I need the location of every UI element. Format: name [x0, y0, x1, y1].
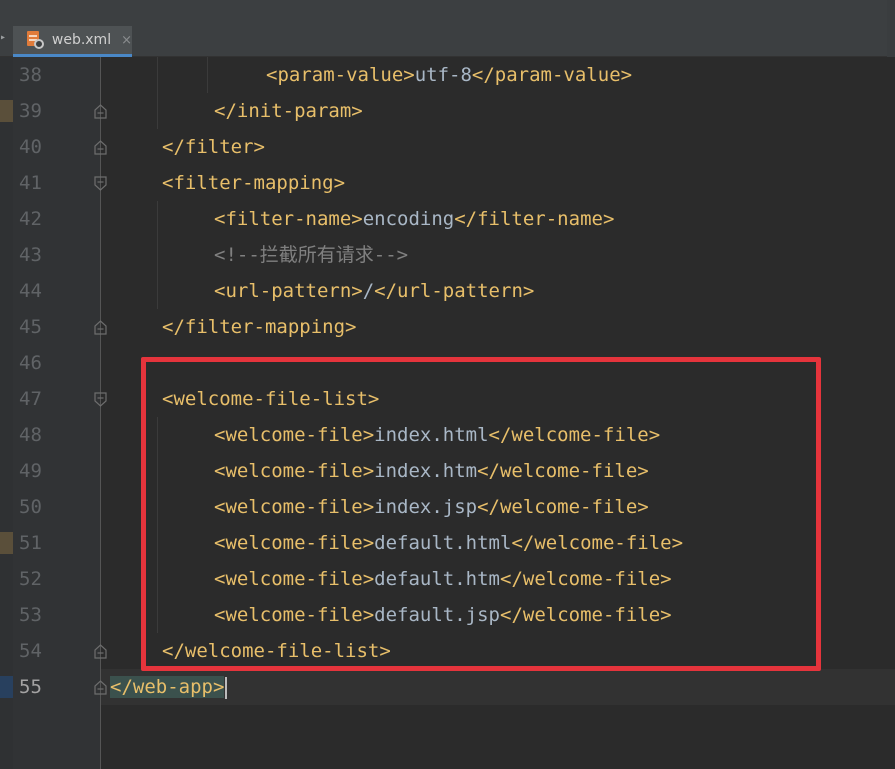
code-text[interactable]: <!--拦截所有请求--> [214, 237, 408, 273]
tab-label: web.xml [51, 32, 112, 48]
fold-open-icon[interactable] [92, 391, 109, 408]
fold-end-icon[interactable] [92, 139, 109, 156]
fold-end-icon[interactable] [92, 679, 109, 696]
code-line[interactable]: 40 </filter> [0, 129, 895, 165]
line-number: 53 [19, 604, 42, 626]
code-text[interactable]: </filter-mapping> [162, 309, 356, 345]
line-number: 50 [19, 496, 42, 518]
indent-guide [157, 201, 158, 237]
editor-tab-bar: ▸ web.xml × [0, 0, 895, 57]
line-number: 54 [19, 640, 42, 662]
code-text[interactable]: <param-value>utf-8</param-value> [266, 57, 632, 93]
xml-tag: <filter-mapping> [162, 172, 346, 194]
highlight-annotation-box [141, 357, 821, 671]
code-line[interactable]: 39 </init-param> [0, 93, 895, 129]
code-text[interactable]: <url-pattern>/</url-pattern> [214, 273, 534, 309]
line-number: 46 [19, 352, 42, 374]
close-icon[interactable]: × [121, 33, 132, 48]
line-number: 48 [19, 424, 42, 446]
indent-guide [157, 237, 158, 273]
indent-guide [207, 57, 208, 93]
code-text[interactable]: </filter> [162, 129, 265, 165]
fold-end-icon[interactable] [92, 643, 109, 660]
tabbar-edge [887, 0, 895, 57]
xml-tag: </filter-name> [454, 208, 615, 230]
line-number: 41 [19, 172, 42, 194]
line-number: 51 [19, 532, 42, 554]
code-text[interactable]: </web-app> [110, 669, 228, 705]
line-number: 47 [19, 388, 42, 410]
line-number: 44 [19, 280, 42, 302]
fold-end-icon[interactable] [92, 319, 109, 336]
xml-text: encoding [362, 208, 455, 230]
line-number: 40 [19, 136, 42, 158]
tab-scroll-left-icon[interactable]: ▸ [0, 33, 6, 43]
matched-tag: </web-app> [110, 676, 225, 698]
xml-tag: <filter-name> [214, 208, 363, 230]
line-number: 52 [19, 568, 42, 590]
line-number: 49 [19, 460, 42, 482]
code-line[interactable]: 38 <param-value>utf-8</param-value> [0, 57, 895, 93]
text-caret [225, 676, 228, 699]
code-line[interactable]: 44 <url-pattern>/</url-pattern> [0, 273, 895, 309]
line-number: 42 [19, 208, 42, 230]
xml-tag: </param-value> [471, 64, 633, 86]
line-number: 38 [19, 64, 42, 86]
line-number: 55 [19, 676, 42, 698]
code-line[interactable]: 42 <filter-name>encoding</filter-name> [0, 201, 895, 237]
xml-file-icon [25, 30, 44, 50]
line-number: 45 [19, 316, 42, 338]
tab-web-xml[interactable]: web.xml × [13, 26, 132, 57]
xml-tag: </url-pattern> [374, 280, 535, 302]
change-marker [0, 676, 13, 698]
indent-guide [157, 57, 158, 93]
indent-guide [157, 93, 158, 129]
line-number: 39 [19, 100, 42, 122]
fold-end-icon[interactable] [92, 103, 109, 120]
code-line[interactable]: 43 <!--拦截所有请求--> [0, 237, 895, 273]
change-marker [0, 100, 13, 122]
xml-tag: </filter> [162, 136, 265, 158]
code-line[interactable]: 55 </web-app> [0, 669, 895, 705]
change-marker [0, 532, 13, 554]
xml-tag: <param-value> [266, 64, 415, 86]
xml-tag: </filter-mapping> [162, 316, 357, 338]
xml-tag: <url-pattern> [214, 280, 363, 302]
xml-text: utf-8 [414, 64, 472, 86]
code-line[interactable]: 41 <filter-mapping> [0, 165, 895, 201]
line-number: 43 [19, 244, 42, 266]
xml-comment: <!--拦截所有请求--> [214, 244, 409, 266]
code-text[interactable]: <filter-mapping> [162, 165, 345, 201]
xml-tag: </init-param> [214, 100, 363, 122]
code-text[interactable]: </init-param> [214, 93, 363, 129]
xml-text: / [362, 280, 375, 302]
code-line[interactable]: 45 </filter-mapping> [0, 309, 895, 345]
code-text[interactable]: <filter-name>encoding</filter-name> [214, 201, 614, 237]
indent-guide [157, 273, 158, 309]
fold-open-icon[interactable] [92, 175, 109, 192]
